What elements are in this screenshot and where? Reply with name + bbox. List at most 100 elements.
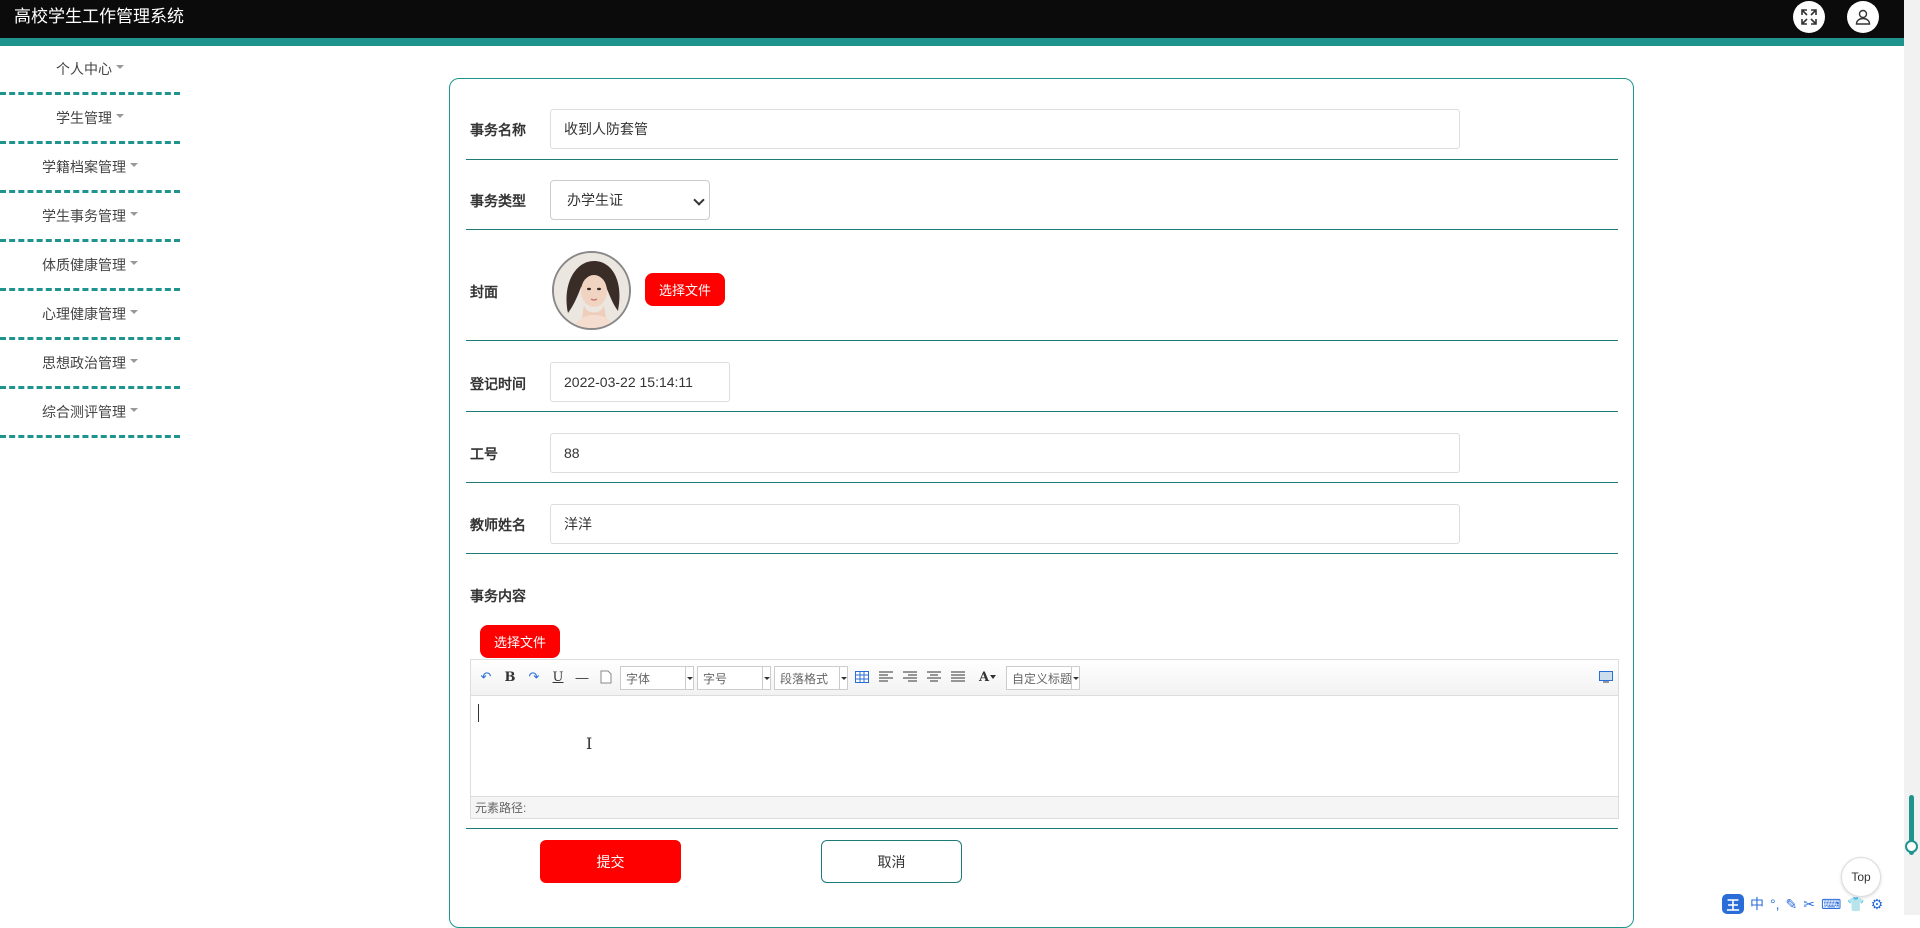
submit-button[interactable]: 提交 <box>540 840 681 883</box>
affair-type-label: 事务类型 <box>470 193 526 209</box>
insert-table-icon[interactable] <box>854 669 870 685</box>
staff-id-label: 工号 <box>470 446 498 462</box>
affair-type-select[interactable]: 办学生证 <box>550 180 710 220</box>
custom-title-label: 自定义标题 <box>1012 671 1073 686</box>
dropdown-arrow-icon <box>839 667 847 689</box>
sidebar-item-personal-center[interactable]: 个人中心 <box>0 46 180 95</box>
editor-toolbar: ↶ B ↷ U — 字体 字号 段落格式 A 自定义标题 <box>471 660 1618 696</box>
caret-down-icon <box>116 65 124 69</box>
sidebar-item-label: 学籍档案管理 <box>42 159 126 175</box>
sidebar: 个人中心 学生管理 学籍档案管理 学生事务管理 体质健康管理 心理健康管理 思想… <box>0 46 180 438</box>
content-choose-file-button[interactable]: 选择文件 <box>480 625 560 658</box>
user-icon[interactable] <box>1847 1 1879 33</box>
sidebar-item-label: 学生管理 <box>56 110 112 126</box>
font-color-dropdown-icon[interactable] <box>989 669 997 685</box>
preview-icon[interactable] <box>1598 669 1614 685</box>
custom-title-select[interactable]: 自定义标题 <box>1006 666 1080 690</box>
cover-image <box>552 251 631 330</box>
caret-down-icon <box>130 163 138 167</box>
ime-skin-icon[interactable]: 👕 <box>1847 896 1864 913</box>
app-title: 高校学生工作管理系统 <box>14 7 184 26</box>
sidebar-item-ideology-politics[interactable]: 思想政治管理 <box>0 340 180 389</box>
header-accent-stripe <box>0 38 1920 46</box>
ime-punctuation-icon[interactable]: °, <box>1770 896 1780 912</box>
ime-keyboard-icon[interactable]: ⌨ <box>1821 896 1841 913</box>
scrollbar-knob[interactable] <box>1905 840 1918 853</box>
sidebar-item-label: 个人中心 <box>56 61 112 77</box>
ime-chinese-mode[interactable]: 中 <box>1750 894 1764 914</box>
top-header: 高校学生工作管理系统 <box>0 0 1920 38</box>
ime-logo-icon[interactable]: 王 <box>1722 894 1744 914</box>
font-size-label: 字号 <box>703 671 728 686</box>
staff-id-input[interactable]: 88 <box>550 433 1460 473</box>
row-divider <box>466 159 1618 160</box>
sidebar-item-label: 体质健康管理 <box>42 257 126 273</box>
align-center-icon[interactable] <box>926 669 942 685</box>
align-justify-icon[interactable] <box>950 669 966 685</box>
register-time-label: 登记时间 <box>470 376 526 392</box>
horizontal-rule-icon[interactable]: — <box>574 669 590 685</box>
teacher-name-label: 教师姓名 <box>470 517 526 533</box>
row-divider <box>466 340 1618 341</box>
row-divider <box>466 411 1618 412</box>
align-right-icon[interactable] <box>902 669 918 685</box>
align-left-icon[interactable] <box>878 669 894 685</box>
undo-icon[interactable]: ↶ <box>478 669 494 685</box>
affair-name-input[interactable]: 收到人防套管 <box>550 109 1460 149</box>
text-caret <box>478 704 479 722</box>
redo-icon[interactable]: ↷ <box>526 669 542 685</box>
ime-settings-icon[interactable]: ⚙ <box>1871 896 1884 913</box>
bold-icon[interactable]: B <box>502 669 518 685</box>
cancel-button[interactable]: 取消 <box>821 840 962 883</box>
sidebar-item-mental-health[interactable]: 心理健康管理 <box>0 291 180 340</box>
ime-toolbar: 王 中 °, ✎ ✂ ⌨ 👕 ⚙ <box>1722 893 1883 915</box>
paste-plain-icon[interactable] <box>598 669 614 685</box>
paragraph-format-select[interactable]: 段落格式 <box>774 666 848 690</box>
affair-name-label: 事务名称 <box>470 122 526 138</box>
ime-handwriting-icon[interactable]: ✎ <box>1786 896 1798 913</box>
row-divider <box>466 553 1618 554</box>
row-divider <box>466 482 1618 483</box>
caret-down-icon <box>130 212 138 216</box>
element-path-label: 元素路径: <box>475 801 527 815</box>
row-divider <box>466 828 1618 829</box>
cover-label: 封面 <box>470 284 498 300</box>
sidebar-item-label: 思想政治管理 <box>42 355 126 371</box>
sidebar-item-label: 学生事务管理 <box>42 208 126 224</box>
underline-icon[interactable]: U <box>550 669 566 685</box>
page-scrollbar[interactable] <box>1904 0 1920 915</box>
row-divider <box>466 229 1618 230</box>
caret-down-icon <box>130 310 138 314</box>
rich-text-editor: ↶ B ↷ U — 字体 字号 段落格式 A 自定义标题 I 元素路径: <box>470 659 1619 819</box>
caret-down-icon <box>130 359 138 363</box>
cover-choose-file-button[interactable]: 选择文件 <box>645 273 725 306</box>
affair-type-selected-value: 办学生证 <box>567 192 623 208</box>
sidebar-item-label: 心理健康管理 <box>42 306 126 322</box>
dropdown-arrow-icon <box>762 667 770 689</box>
dropdown-arrow-icon <box>1071 667 1079 689</box>
editor-content-area[interactable]: I <box>471 696 1618 796</box>
caret-down-icon <box>130 408 138 412</box>
sidebar-item-student-affairs[interactable]: 学生事务管理 <box>0 193 180 242</box>
fullscreen-icon[interactable] <box>1793 1 1825 33</box>
dropdown-arrow-icon <box>685 667 693 689</box>
back-to-top-button[interactable]: Top <box>1841 857 1881 897</box>
sidebar-item-student-management[interactable]: 学生管理 <box>0 95 180 144</box>
font-size-select[interactable]: 字号 <box>697 666 771 690</box>
sidebar-item-label: 综合测评管理 <box>42 404 126 420</box>
element-path-bar: 元素路径: <box>471 796 1618 818</box>
caret-down-icon <box>116 114 124 118</box>
ime-screenshot-icon[interactable]: ✂ <box>1803 896 1815 913</box>
sidebar-item-enrollment-archives[interactable]: 学籍档案管理 <box>0 144 180 193</box>
sidebar-item-physical-health[interactable]: 体质健康管理 <box>0 242 180 291</box>
ibeam-cursor-icon: I <box>586 734 593 753</box>
paragraph-format-label: 段落格式 <box>780 671 829 686</box>
chevron-down-icon <box>693 194 705 206</box>
teacher-name-input[interactable]: 洋洋 <box>550 504 1460 544</box>
affair-content-label: 事务内容 <box>470 588 526 604</box>
caret-down-icon <box>130 261 138 265</box>
sidebar-item-comprehensive-evaluation[interactable]: 综合测评管理 <box>0 389 180 438</box>
font-family-select[interactable]: 字体 <box>620 666 694 690</box>
register-time-input[interactable]: 2022-03-22 15:14:11 <box>550 362 730 402</box>
font-family-label: 字体 <box>626 671 651 686</box>
